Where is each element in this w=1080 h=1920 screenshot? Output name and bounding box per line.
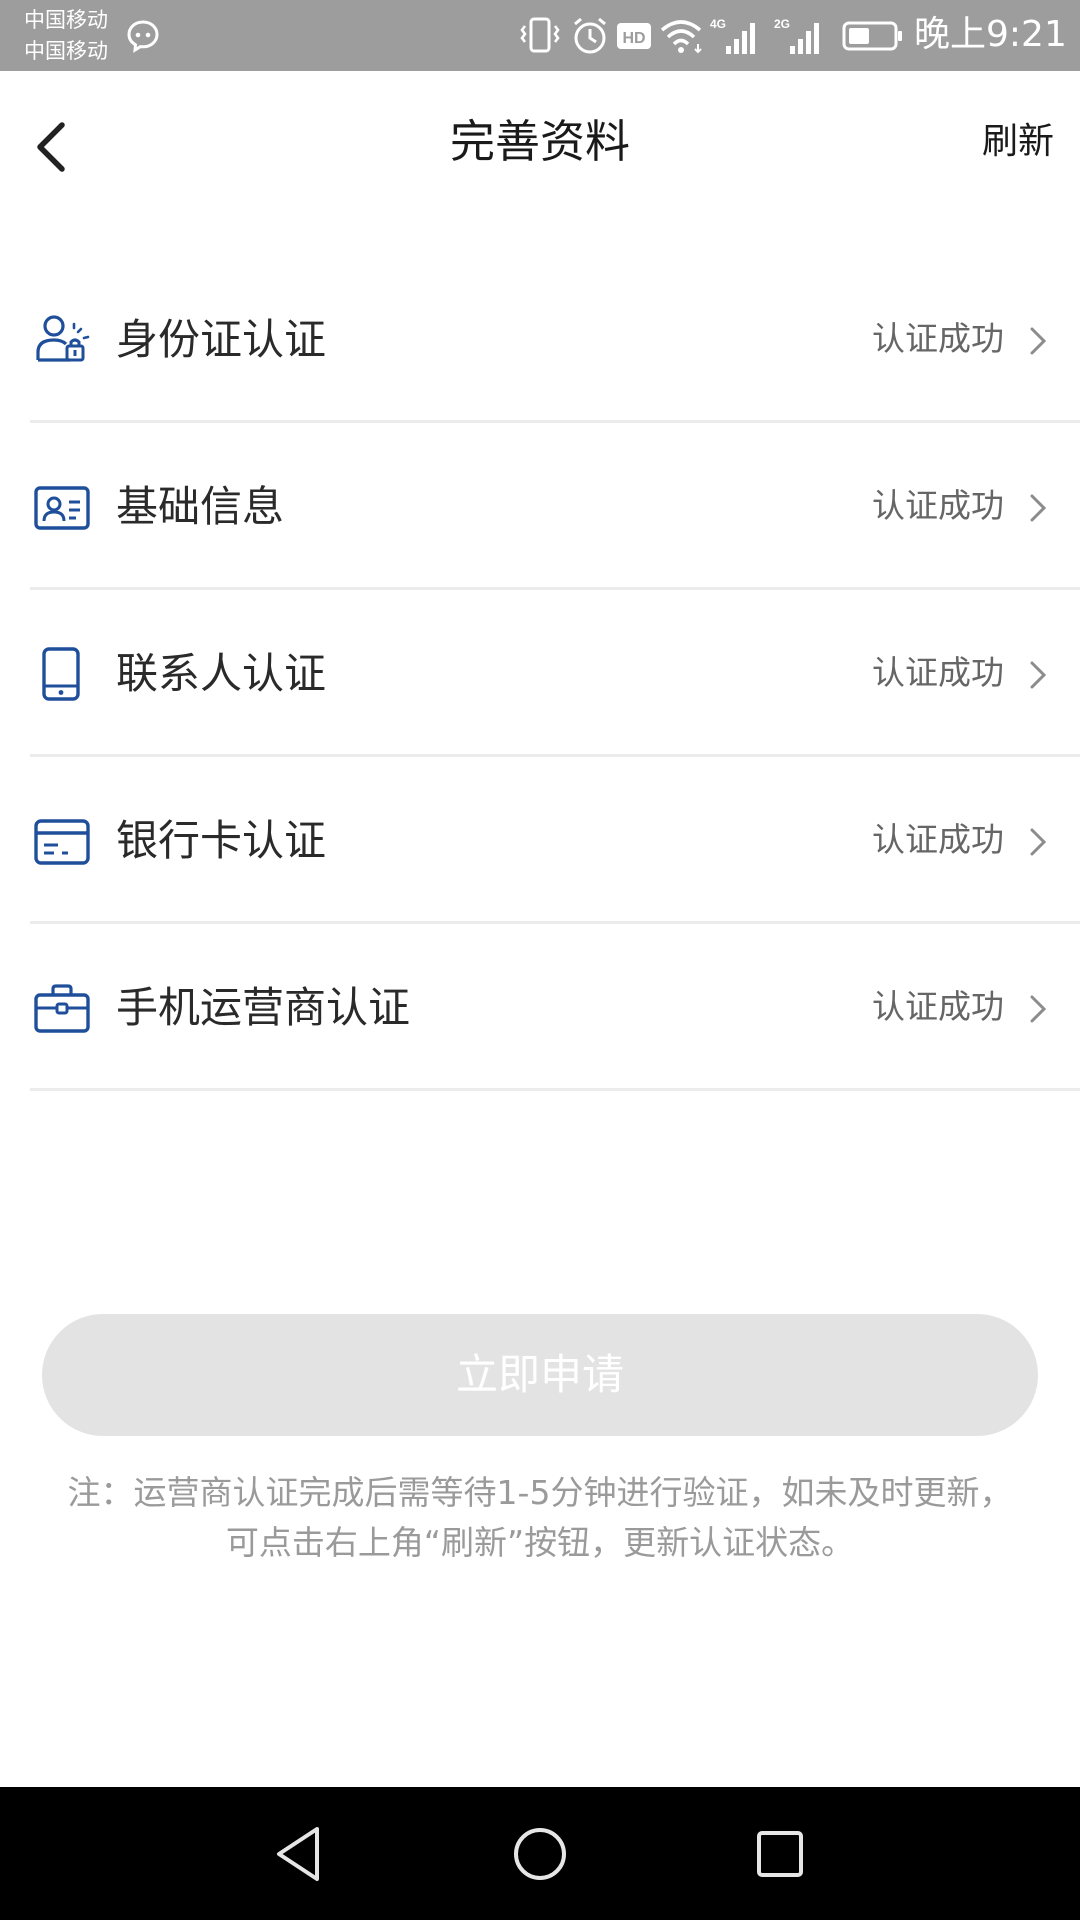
- verification-item-label: 联系人认证: [116, 649, 327, 698]
- vibrate-icon: [520, 17, 560, 53]
- phone-icon: [42, 647, 80, 701]
- verification-status: 认证成功: [872, 319, 1004, 358]
- app-header: 完善资料 刷新: [0, 71, 1080, 215]
- message-icon: [127, 20, 159, 53]
- chevron-right-icon: [1030, 494, 1047, 522]
- verification-item-label: 身份证认证: [116, 315, 327, 364]
- chevron-right-icon: [1030, 661, 1047, 689]
- carrier-name-2: 中国移动: [24, 39, 108, 63]
- signal-2g-icon: 2G: [774, 17, 819, 54]
- verification-item-bank-card[interactable]: 银行卡认证 认证成功: [0, 757, 1080, 924]
- back-triangle-icon[interactable]: [265, 1819, 335, 1889]
- refresh-button[interactable]: 刷新: [982, 115, 1054, 169]
- carrier-name-1: 中国移动: [24, 8, 108, 32]
- signal-4g-icon: 4G: [710, 17, 755, 54]
- alarm-icon: [574, 17, 606, 54]
- verification-note: 注：运营商认证完成后需等待1-5分钟进行验证，如未及时更新， 可点击右上角“刷新…: [20, 1468, 1060, 1568]
- verification-item-carrier[interactable]: 手机运营商认证 认证成功: [0, 924, 1080, 1091]
- status-time: 晚上9:21: [914, 14, 1067, 55]
- verification-item-label: 手机运营商认证: [116, 983, 411, 1032]
- signal-4g-label: 4G: [710, 17, 726, 31]
- hd-label: HD: [622, 30, 645, 47]
- apply-now-button[interactable]: 立即申请: [42, 1314, 1038, 1436]
- verification-status: 认证成功: [872, 486, 1004, 525]
- recents-square-icon[interactable]: [745, 1819, 815, 1889]
- signal-2g-label: 2G: [774, 17, 790, 31]
- home-circle-icon[interactable]: [505, 1819, 575, 1889]
- chevron-right-icon: [1030, 828, 1047, 856]
- note-line-2: 可点击右上角“刷新”按钮，更新认证状态。: [225, 1523, 855, 1562]
- verification-item-id-card[interactable]: 身份证认证 认证成功: [0, 256, 1080, 423]
- verification-item-label: 基础信息: [116, 482, 285, 531]
- note-line-1: 注：运营商认证完成后需等待1-5分钟进行验证，如未及时更新，: [67, 1473, 1013, 1512]
- battery-icon: [842, 21, 902, 51]
- system-nav-bar: [0, 1787, 1080, 1920]
- wifi-icon: [660, 20, 702, 54]
- row-divider: [30, 1088, 1080, 1091]
- verification-status: 认证成功: [872, 987, 1004, 1026]
- briefcase-icon: [34, 984, 90, 1033]
- hd-icon: HD: [617, 23, 651, 49]
- profile-card-icon: [34, 486, 90, 530]
- verification-status: 认证成功: [872, 820, 1004, 859]
- status-bar: 中国移动 中国移动 HD 4G 2G 晚上9:21: [0, 0, 1080, 71]
- chevron-right-icon: [1030, 995, 1047, 1023]
- verification-status: 认证成功: [872, 653, 1004, 692]
- chevron-right-icon: [1030, 327, 1047, 355]
- id-person-icon: [36, 315, 90, 362]
- page-title: 完善资料: [449, 115, 630, 168]
- verification-item-contacts[interactable]: 联系人认证 认证成功: [0, 590, 1080, 757]
- verification-item-label: 银行卡认证: [116, 816, 327, 865]
- bank-card-icon: [34, 819, 90, 865]
- verification-item-basic-info[interactable]: 基础信息 认证成功: [0, 423, 1080, 590]
